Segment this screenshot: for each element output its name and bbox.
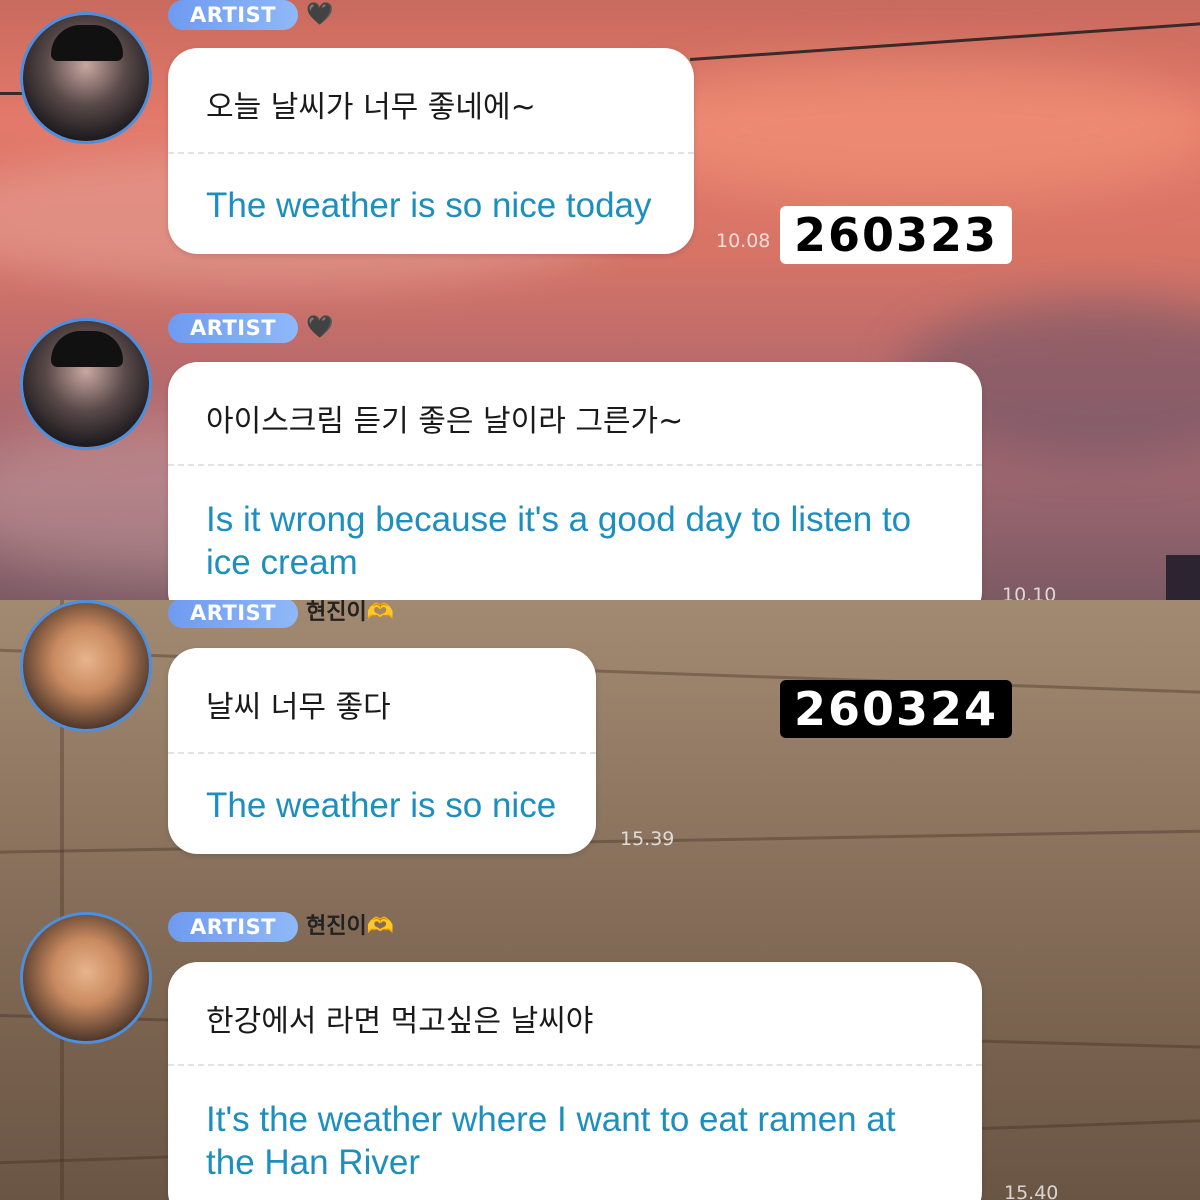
artist-avatar[interactable] — [20, 600, 152, 732]
heart-emoji: 🖤 — [306, 315, 334, 340]
artist-badge: ARTIST — [168, 0, 299, 30]
message-korean: 한강에서 라면 먹고싶은 날씨야 — [206, 1004, 594, 1039]
message-time: 10.10 — [1002, 584, 1057, 600]
message-time: 10.08 — [716, 230, 771, 252]
heart-hands-emoji: 🫶 — [366, 914, 395, 939]
divider — [168, 752, 596, 754]
building-silhouette — [1166, 555, 1200, 600]
chat-panel-top: ARTIST 🖤 오늘 날씨가 너무 좋네에~ The weather is s… — [0, 0, 1200, 600]
message-korean: 오늘 날씨가 너무 좋네에~ — [206, 90, 536, 125]
message-translation: Is it wrong because it's a good day to l… — [206, 500, 912, 582]
chat-panel-bottom: ARTIST 현진이🫶 날씨 너무 좋다 The weather is so n… — [0, 600, 1200, 1200]
artist-name-text: 현진이 — [306, 914, 367, 939]
divider — [168, 152, 694, 154]
message-translation: The weather is so nice — [206, 786, 557, 825]
artist-badge: ARTIST — [168, 600, 299, 628]
artist-name: 현진이🫶 — [306, 912, 394, 942]
cloud — [620, 60, 1200, 200]
artist-name: 현진이🫶 — [306, 600, 394, 628]
artist-badge: ARTIST — [168, 912, 299, 942]
date-label: 260323 — [780, 206, 1013, 264]
artist-avatar[interactable] — [20, 12, 152, 144]
date-label: 260324 — [780, 680, 1013, 738]
heart-hands-emoji: 🫶 — [366, 600, 395, 625]
message-translation: The weather is so nice today — [206, 186, 652, 225]
message-translation: It's the weather where I want to eat ram… — [206, 1100, 896, 1182]
message-bubble[interactable]: 날씨 너무 좋다 The weather is so nice — [168, 648, 596, 854]
artist-badge: ARTIST — [168, 313, 299, 343]
message-bubble[interactable]: 오늘 날씨가 너무 좋네에~ The weather is so nice to… — [168, 48, 694, 254]
power-line — [689, 21, 1200, 61]
heart-emoji: 🖤 — [306, 2, 334, 27]
message-time: 15.40 — [1004, 1182, 1059, 1200]
artist-avatar[interactable] — [20, 912, 152, 1044]
message-bubble[interactable]: 아이스크림 듣기 좋은 날이라 그른가~ Is it wrong because… — [168, 362, 982, 600]
divider — [168, 464, 982, 466]
artist-name-text: 현진이 — [306, 600, 367, 625]
message-korean: 날씨 너무 좋다 — [206, 690, 391, 725]
message-time: 15.39 — [620, 828, 675, 850]
divider — [168, 1064, 982, 1066]
artist-avatar[interactable] — [20, 318, 152, 450]
message-bubble[interactable]: 한강에서 라면 먹고싶은 날씨야 It's the weather where … — [168, 962, 982, 1200]
message-korean: 아이스크림 듣기 좋은 날이라 그른가~ — [206, 404, 684, 439]
